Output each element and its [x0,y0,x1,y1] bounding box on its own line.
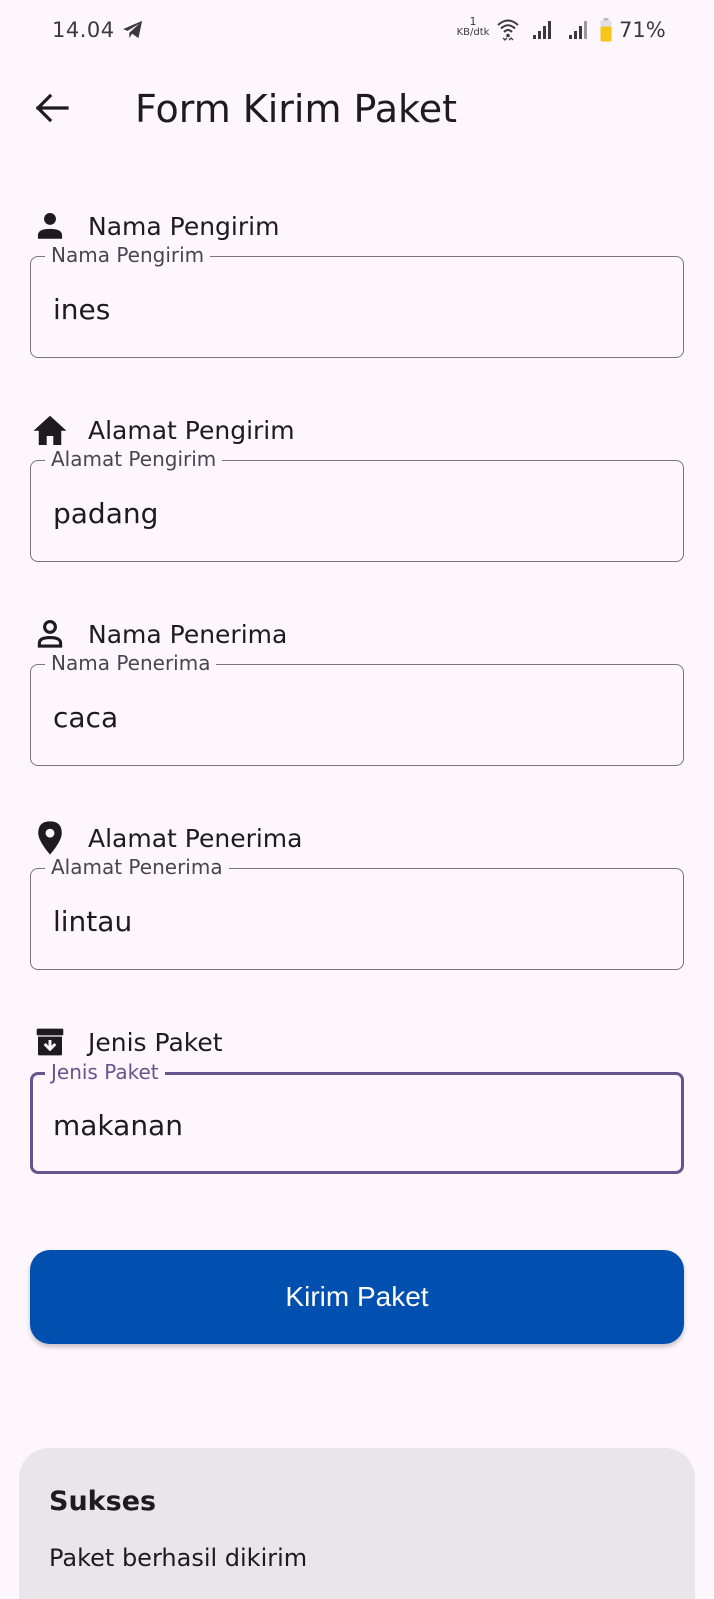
recipient-address-input[interactable] [53,903,653,939]
package-type-field[interactable]: Jenis Paket [30,1060,684,1174]
network-speed: 1 KB/dtk [452,16,494,38]
recipient-address-field[interactable]: Alamat Penerima [30,855,684,970]
sender-address-input[interactable] [53,495,653,531]
field-header: Alamat Penerima [30,818,302,858]
back-button[interactable] [28,84,76,132]
sender-name-field[interactable]: Nama Pengirim [30,243,684,358]
location-pin-icon [30,818,70,858]
submit-package-button[interactable]: Kirim Paket [30,1250,684,1344]
battery-percent: 71% [619,18,666,42]
field-header: Alamat Pengirim [30,410,295,450]
field-title: Jenis Paket [88,1027,223,1057]
person-outline-icon [30,614,70,654]
archive-icon [30,1022,70,1062]
signal-strength-icon-sim1 [533,21,551,39]
field-label: Alamat Penerima [45,855,229,879]
sender-name-input[interactable] [53,291,653,327]
field-label: Jenis Paket [45,1060,165,1084]
package-type-input[interactable] [53,1107,653,1143]
telegram-icon [123,20,143,39]
field-title: Nama Pengirim [88,211,280,241]
field-header: Nama Pengirim [30,206,279,246]
home-icon [30,410,70,450]
recipient-name-field[interactable]: Nama Penerima [30,651,684,766]
wifi-icon [497,19,519,41]
field-label: Nama Pengirim [45,243,211,267]
battery-icon [600,18,612,42]
success-dialog: Sukses Paket berhasil dikirim [19,1448,695,1599]
recipient-name-input[interactable] [53,699,653,735]
field-title: Alamat Penerima [88,823,303,853]
field-header: Nama Penerima [30,614,287,654]
field-label: Alamat Pengirim [45,447,223,471]
signal-strength-icon-sim2 [569,21,587,39]
page-title: Form Kirim Paket [135,87,457,131]
form-kirim-paket-screen: 14.04 1 KB/dtk 71% Form Kirim Paket Nama… [0,0,714,1599]
dialog-title: Sukses [49,1486,157,1517]
arrow-back-icon [35,93,69,123]
dialog-message: Paket berhasil dikirim [49,1544,308,1572]
person-icon [30,206,70,246]
sender-address-field[interactable]: Alamat Pengirim [30,447,684,562]
status-bar: 14.04 1 KB/dtk 71% [0,0,714,62]
field-header: Jenis Paket [30,1022,223,1062]
field-title: Alamat Pengirim [88,415,295,445]
field-label: Nama Penerima [45,651,217,675]
network-speed-unit: KB/dtk [456,27,490,38]
network-speed-value: 1 [469,15,477,28]
status-time: 14.04 [52,18,115,42]
field-title: Nama Penerima [88,619,288,649]
app-bar: Form Kirim Paket [0,62,714,162]
